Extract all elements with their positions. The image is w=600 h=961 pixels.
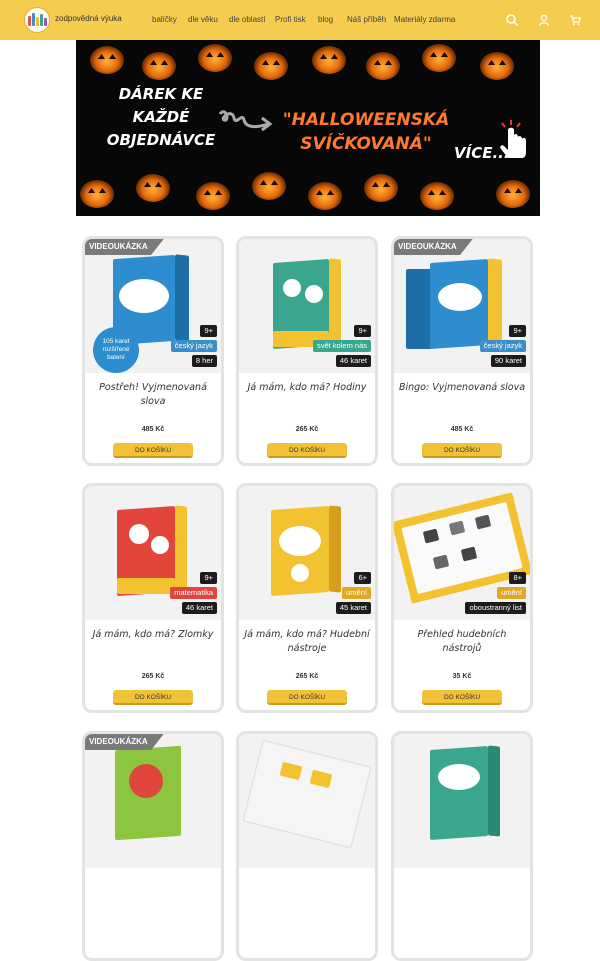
age-badge: 9+ (200, 572, 217, 584)
product-price: 485 Kč (450, 426, 474, 433)
topic-badge: umění (497, 587, 526, 599)
nav-blog[interactable]: blog (318, 15, 333, 24)
search-icon[interactable] (505, 13, 519, 27)
product-card[interactable]: VIDEOUKÁZKA (82, 731, 224, 961)
product-card[interactable]: 9+ svět kolem nás 46 karet Já mám, kdo m… (236, 236, 378, 466)
banner-candle-text: "HALLOWEENSKÁ SVÍČKOVANÁ" (276, 108, 456, 156)
nav-balicky[interactable]: balíčky (152, 15, 177, 24)
video-badge: VIDEOUKÁZKA (85, 239, 164, 255)
video-badge: VIDEOUKÁZKA (85, 734, 164, 750)
add-to-cart-button[interactable]: DO KOŠÍKU (422, 690, 502, 705)
product-image[interactable]: 105 karet rozšířené balení VIDEOUKÁZKA 9… (85, 239, 221, 373)
product-price: 35 Kč (452, 673, 472, 680)
swirl-arrow-icon (218, 110, 273, 132)
promo-bubble: 105 karet rozšířené balení (93, 327, 139, 373)
product-image[interactable] (394, 734, 530, 868)
product-price: 265 Kč (141, 673, 165, 680)
product-card[interactable] (236, 731, 378, 961)
video-badge: VIDEOUKÁZKA (394, 239, 473, 255)
add-to-cart-button[interactable]: DO KOŠÍKU (267, 443, 347, 458)
topic-badge: matematika (170, 587, 217, 599)
logo-text[interactable]: zodpovědná výuka (55, 14, 122, 23)
count-badge: 8 her (191, 355, 217, 367)
count-badge: 46 karet (181, 602, 217, 614)
count-badge: 45 karet (335, 602, 371, 614)
product-title[interactable]: Přehled hudebních nástrojů (398, 628, 526, 656)
product-card[interactable] (391, 731, 533, 961)
product-price: 265 Kč (295, 426, 319, 433)
age-badge: 9+ (354, 325, 371, 337)
topic-badge: český jazyk (170, 340, 217, 352)
product-image[interactable]: 9+ matematika 46 karet (85, 486, 221, 620)
add-to-cart-button[interactable]: DO KOŠÍKU (267, 690, 347, 705)
add-to-cart-button[interactable]: DO KOŠÍKU (113, 443, 193, 458)
product-image[interactable]: 8+ umění oboustranný list (394, 486, 530, 620)
product-card[interactable]: VIDEOUKÁZKA 9+ český jazyk 90 karet Bing… (391, 236, 533, 466)
halloween-banner[interactable]: DÁREK KE KAŽDÉ OBJEDNÁVCE "HALLOWEENSKÁ … (76, 40, 540, 216)
count-badge: 90 karet (490, 355, 526, 367)
add-to-cart-button[interactable]: DO KOŠÍKU (422, 443, 502, 458)
nav-dle-veku[interactable]: dle věku (188, 15, 218, 24)
user-icon[interactable] (537, 13, 551, 27)
product-title[interactable]: Bingo: Vyjmenovaná slova (398, 381, 526, 395)
banner-gift-line1: DÁREK KE KAŽDÉ (118, 85, 204, 126)
topic-badge: umění (342, 587, 371, 599)
nav-dle-oblasti[interactable]: dle oblastí (229, 15, 265, 24)
product-card[interactable]: 105 karet rozšířené balení VIDEOUKÁZKA 9… (82, 236, 224, 466)
product-image[interactable]: 9+ svět kolem nás 46 karet (239, 239, 375, 373)
product-image[interactable]: VIDEOUKÁZKA 9+ český jazyk 90 karet (394, 239, 530, 373)
nav-profi-tisk[interactable]: Profi tisk (275, 15, 306, 24)
product-title[interactable]: Já mám, kdo má? Hudební nástroje (243, 628, 371, 656)
pointer-hand-icon (500, 120, 526, 158)
topic-badge: svět kolem nás (312, 340, 371, 352)
product-card[interactable]: 9+ matematika 46 karet Já mám, kdo má? Z… (82, 483, 224, 713)
product-image[interactable] (239, 734, 375, 868)
logo-icon[interactable] (24, 7, 50, 33)
product-price: 485 Kč (141, 426, 165, 433)
topic-badge: český jazyk (479, 340, 526, 352)
product-image[interactable]: VIDEOUKÁZKA (85, 734, 221, 868)
banner-gift-text: DÁREK KE KAŽDÉ OBJEDNÁVCE (96, 83, 226, 152)
age-badge: 8+ (509, 572, 526, 584)
nav-nas-pribeh[interactable]: Náš příběh (347, 15, 386, 24)
site-header: zodpovědná výuka balíčky dle věku dle ob… (0, 0, 600, 40)
product-title[interactable]: Postřeh! Vyjmenovaná slova (89, 381, 217, 409)
product-card[interactable]: 8+ umění oboustranný list Přehled hudebn… (391, 483, 533, 713)
product-image[interactable]: 6+ umění 45 karet (239, 486, 375, 620)
age-badge: 9+ (509, 325, 526, 337)
product-price: 265 Kč (295, 673, 319, 680)
age-badge: 6+ (354, 572, 371, 584)
nav-materialy-zdarma[interactable]: Materiály zdarma (394, 15, 455, 24)
product-title[interactable]: Já mám, kdo má? Zlomky (89, 628, 217, 642)
product-title[interactable]: Já mám, kdo má? Hodiny (243, 381, 371, 395)
product-card[interactable]: 6+ umění 45 karet Já mám, kdo má? Hudebn… (236, 483, 378, 713)
banner-gift-line2: OBJEDNÁVCE (106, 131, 216, 149)
banner-candle-line2: SVÍČKOVANÁ" (300, 134, 432, 154)
add-to-cart-button[interactable]: DO KOŠÍKU (113, 690, 193, 705)
count-badge: 46 karet (335, 355, 371, 367)
banner-candle-line1: "HALLOWEENSKÁ (282, 110, 450, 130)
count-badge: oboustranný list (465, 602, 526, 614)
age-badge: 9+ (200, 325, 217, 337)
cart-icon[interactable] (568, 13, 582, 27)
